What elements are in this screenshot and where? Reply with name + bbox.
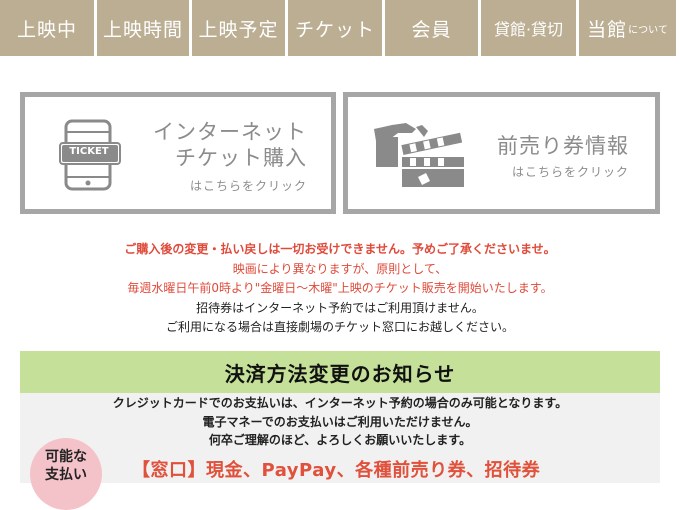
- notice-box-office: ご利用になる場合は直接劇場のチケット窓口にお越しください。: [165, 320, 514, 334]
- clapperboard-hand-icon: [374, 123, 464, 187]
- nav-label: 当館: [587, 18, 628, 41]
- window-payment-methods: 【窓口】現金、PayPay、各種前売り券、招待券: [132, 460, 541, 481]
- payment-emoney-line: 電子マネーでのお支払いはご利用いただけません。: [202, 414, 478, 429]
- notice-no-refund: ご購入後の変更・払い戻しは一切お受けできません。予めご了承くださいませ。: [124, 242, 556, 256]
- nav-label-suffix: について: [628, 24, 668, 36]
- notice-principle: 映画により異なりますが、原則として、: [232, 261, 448, 276]
- ticket-notices: ご購入後の変更・払い戻しは一切お受けできません。予めご了承くださいませ。 映画に…: [0, 240, 680, 338]
- advance-ticket-banner[interactable]: 前売り券情報 はこちらをクリック: [343, 92, 660, 214]
- nav-label: 上映中: [16, 18, 77, 41]
- banner-ticket-title-line2: チケット購入: [175, 146, 307, 170]
- payment-title: 決済方法変更のお知らせ: [224, 361, 456, 386]
- banner-ticket-title-line1: インターネット: [153, 120, 307, 144]
- ticket-icon-label: TICKET: [69, 146, 109, 157]
- nav-about[interactable]: 当館 について: [579, 0, 676, 56]
- payment-thanks-line: 何卒ご理解のほど、よろしくお願いいたします。: [208, 433, 472, 447]
- nav-tickets[interactable]: チケット: [288, 0, 382, 56]
- nav-now-showing[interactable]: 上映中: [0, 0, 94, 56]
- nav-label: チケット: [294, 18, 375, 41]
- available-payment-badge: 可能な 支払い: [30, 438, 102, 510]
- nav-label: 上映予定: [198, 18, 279, 41]
- nav-label: 会員: [411, 18, 452, 41]
- badge-line1: 可能な: [45, 449, 87, 465]
- payment-change-heading: 決済方法変更のお知らせ: [20, 351, 660, 393]
- banner-advance-subtitle: はこちらをクリック: [511, 165, 629, 179]
- internet-ticket-banner[interactable]: TICKET インターネット チケット購入 はこちらをクリック: [20, 92, 336, 214]
- banner-ticket-subtitle: はこちらをクリック: [189, 179, 307, 193]
- nav-coming-soon[interactable]: 上映予定: [192, 0, 285, 56]
- nav-rental[interactable]: 貸館·貸切: [481, 0, 576, 56]
- nav-label: 上映時間: [102, 18, 183, 41]
- notice-invitation: 招待券はインターネット予約ではご利用頂けません。: [196, 300, 484, 315]
- notice-sales-start: 毎週水曜日午前0時より"金曜日～木曜"上映のチケット販売を開始いたします。: [127, 281, 553, 295]
- payment-credit-line: クレジットカードでのお支払いは、インターネット予約の場合のみ可能となります。: [112, 396, 568, 410]
- nav-membership[interactable]: 会員: [385, 0, 478, 56]
- top-nav: 上映中 上映時間 上映予定 チケット 会員 貸館·貸切 当館 について: [0, 0, 680, 56]
- nav-label: 貸館·貸切: [493, 20, 564, 39]
- badge-line2: 支払い: [45, 467, 87, 483]
- banner-advance-title: 前売り券情報: [497, 134, 629, 158]
- nav-showtimes[interactable]: 上映時間: [97, 0, 189, 56]
